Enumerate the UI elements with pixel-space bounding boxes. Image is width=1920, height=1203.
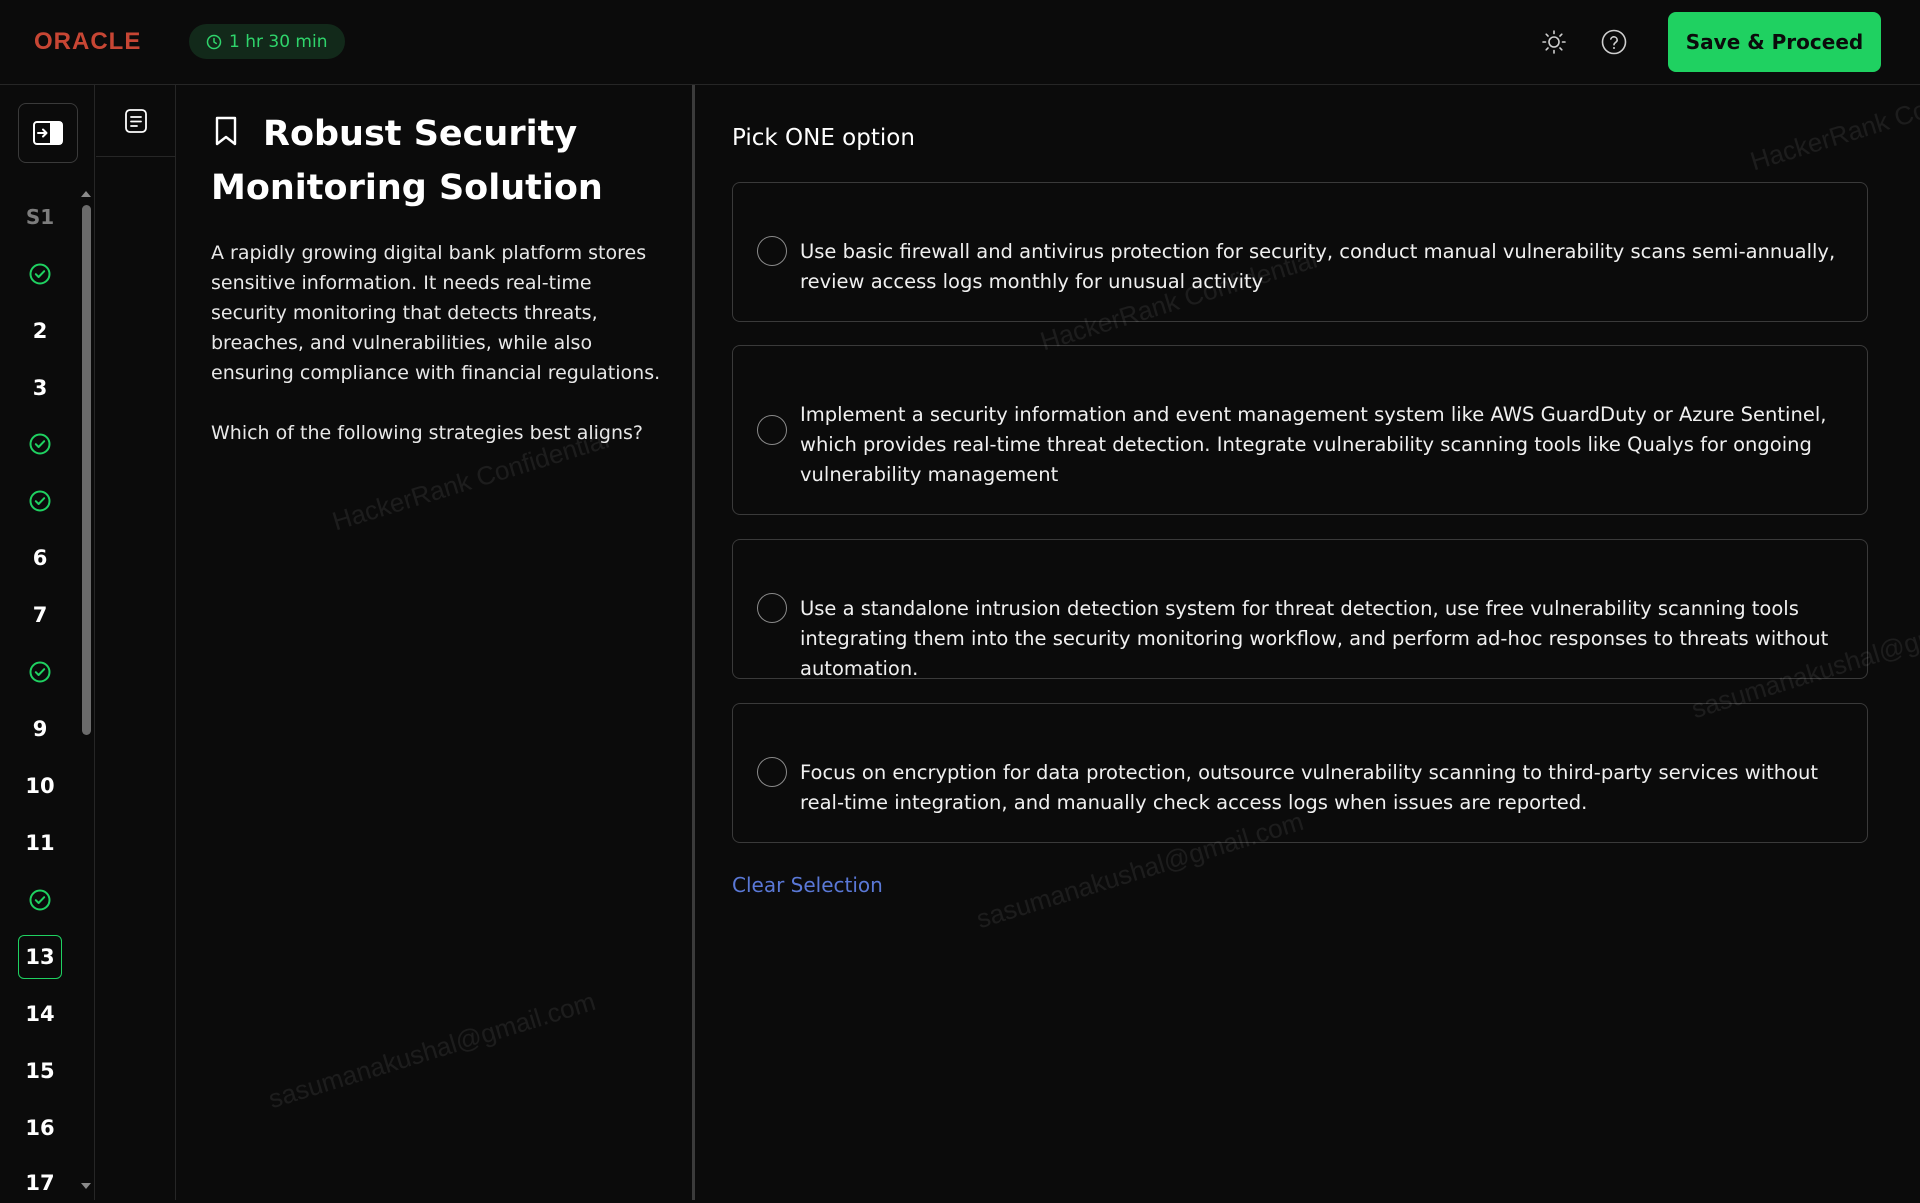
question-nav-item-answered[interactable] [20,652,60,692]
option-1[interactable]: Use basic firewall and antivirus protect… [732,182,1868,322]
option-4[interactable]: Focus on encryption for data protection,… [732,703,1868,843]
help-circle-icon[interactable] [1600,28,1628,56]
question-nav-item[interactable]: 2 [20,311,60,351]
option-1-radio[interactable] [757,236,787,266]
question-nav-item[interactable]: 15 [20,1051,60,1091]
question-nav-item-current[interactable]: 13 [18,935,62,979]
option-4-radio[interactable] [757,757,787,787]
option-3-text: Use a standalone intrusion detection sys… [800,597,1829,680]
check-circle-icon [29,433,51,455]
check-circle-icon [29,661,51,683]
question-nav-item[interactable]: 17 [20,1163,60,1203]
option-3[interactable]: Use a standalone intrusion detection sys… [732,539,1868,680]
section-label[interactable]: S1 [20,197,60,237]
sun-icon[interactable] [1540,28,1568,56]
question-navigator: S1 2 3 6 7 9 10 11 13 14 15 16 17 [0,85,95,1200]
question-nav-item[interactable]: 3 [20,368,60,408]
timer-badge: 1 hr 30 min [189,24,346,59]
timer-text: 1 hr 30 min [229,31,328,52]
option-4-text: Focus on encryption for data protection,… [800,761,1819,814]
question-nav-item[interactable]: 11 [20,823,60,863]
clock-icon [206,34,222,49]
question-nav-item[interactable]: 16 [20,1108,60,1148]
notes-button[interactable] [96,85,175,157]
oracle-logo: ORACLE [34,28,142,55]
question-nav-item[interactable]: 9 [20,709,60,749]
top-bar: ORACLE 1 hr 30 min Save & Proceed [0,0,1920,85]
option-2-radio[interactable] [757,415,787,445]
panel-toggle-icon [33,121,63,145]
scroll-down-arrow[interactable] [81,1183,91,1189]
document-list-icon [124,108,147,133]
question-nav-item[interactable]: 14 [20,994,60,1034]
option-1-text: Use basic firewall and antivirus protect… [800,240,1836,293]
question-nav-item[interactable]: 6 [20,538,60,578]
option-2[interactable]: Implement a security information and eve… [732,345,1868,515]
clear-selection-link[interactable]: Clear Selection [732,873,883,897]
question-nav-item-answered[interactable] [20,880,60,920]
check-circle-icon [29,889,51,911]
watermark-email: sasumanakushal@gmail.com [264,985,599,1115]
pick-one-label: Pick ONE option [732,125,915,151]
scroll-up-arrow[interactable] [81,191,91,197]
check-circle-icon [29,490,51,512]
question-panel: Robust Security Monitoring Solution A ra… [177,85,694,1200]
check-circle-icon [29,263,51,285]
question-description: A rapidly growing digital bank platform … [211,242,661,384]
tool-column [96,85,176,1200]
question-title: Robust Security Monitoring Solution [211,114,603,208]
question-nav-item-answered[interactable] [20,254,60,294]
option-2-text: Implement a security information and eve… [800,403,1827,486]
question-body: A rapidly growing digital bank platform … [211,238,661,478]
answer-panel: Pick ONE option Use basic firewall and a… [695,64,1920,1200]
question-prompt: Which of the following strategies best a… [211,422,643,444]
option-3-radio[interactable] [757,593,787,623]
question-nav-item[interactable]: 7 [20,595,60,635]
question-nav-item-answered[interactable] [20,424,60,464]
question-nav-item-answered[interactable] [20,481,60,521]
scrollbar-thumb[interactable] [82,205,91,735]
save-proceed-button[interactable]: Save & Proceed [1668,12,1881,72]
question-nav-item[interactable]: 10 [20,766,60,806]
collapse-sidebar-button[interactable] [18,103,78,163]
